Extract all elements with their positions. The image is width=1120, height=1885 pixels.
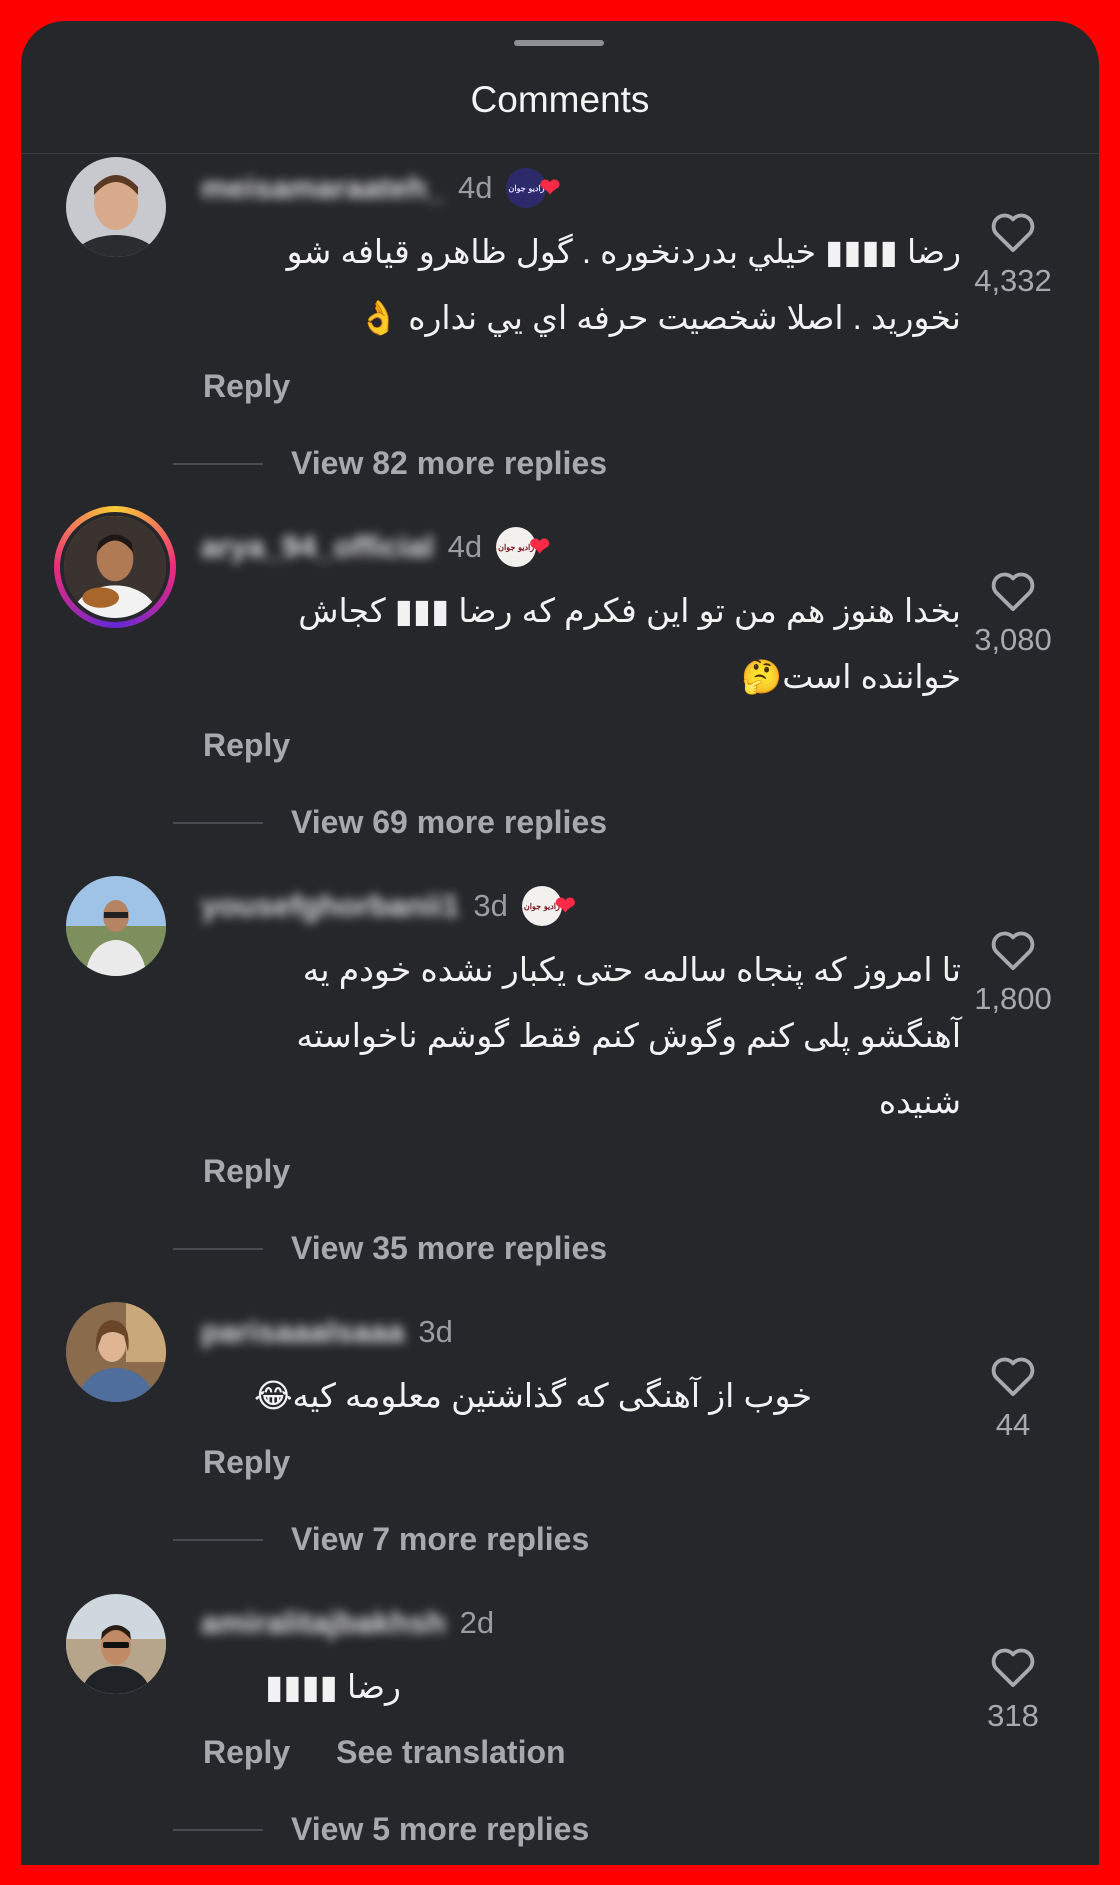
replies-divider: [173, 1828, 263, 1831]
comment-text: خوب از آهنگی که گذاشتین معلومه کیه😂: [254, 1363, 812, 1429]
view-replies[interactable]: View 7 more replies: [173, 1521, 589, 1558]
reply-actions: Reply See translation: [203, 1734, 566, 1771]
avatar[interactable]: [60, 512, 170, 622]
username[interactable]: arya_94_official: [201, 529, 434, 565]
timestamp: 2d: [459, 1605, 495, 1640]
view-replies-label[interactable]: View 35 more replies: [291, 1230, 607, 1267]
drag-handle[interactable]: [514, 40, 604, 46]
like-count: 44: [995, 1407, 1031, 1442]
view-replies-label[interactable]: View 82 more replies: [291, 445, 607, 482]
reply-actions: Reply: [203, 727, 290, 764]
avatar[interactable]: [66, 1302, 166, 1402]
username[interactable]: amiralitajbakhsh: [201, 1605, 446, 1641]
heart-outline-icon[interactable]: [990, 929, 1036, 971]
view-replies[interactable]: View 35 more replies: [173, 1230, 607, 1267]
comments-sheet: Comments meisamaraateh_ 4d رادیو جوان ❤ ر…: [21, 21, 1099, 1865]
like-count: 4,332: [974, 263, 1052, 298]
avatar[interactable]: [66, 157, 166, 257]
username[interactable]: yousefghorbanii1: [201, 888, 459, 924]
story-ring[interactable]: [54, 506, 176, 628]
creator-like-badge: رادیو جوان ❤: [506, 168, 560, 208]
sheet-title: Comments: [470, 79, 650, 120]
comment-header: yousefghorbanii1 3d رادیو جوان ❤: [201, 885, 576, 927]
username[interactable]: meisamaraateh_: [201, 170, 444, 206]
like-count: 3,080: [974, 622, 1052, 657]
comment-header: meisamaraateh_ 4d رادیو جوان ❤: [201, 167, 560, 209]
heart-outline-icon[interactable]: [990, 211, 1036, 253]
like-button[interactable]: 3,080: [953, 570, 1073, 658]
reply-button[interactable]: Reply: [203, 1444, 290, 1481]
like-button[interactable]: 1,800: [953, 929, 1073, 1017]
reply-button[interactable]: Reply: [203, 1153, 290, 1190]
reply-button[interactable]: Reply: [203, 1734, 290, 1771]
avatar[interactable]: [66, 876, 166, 976]
comment-text: بخدا هنوز هم من تو اين فكرم كه رضا ▮▮▮ ك…: [298, 578, 961, 710]
comment-line: خوب از آهنگی که گذاشتین معلومه کیه😂: [253, 1377, 812, 1414]
comment-line: خواننده است🤔: [741, 658, 961, 695]
comment-line: شنیده: [878, 1083, 961, 1120]
comment-header: parisaaalsaaa 3d: [201, 1311, 453, 1353]
like-count: 318: [987, 1698, 1039, 1733]
like-button[interactable]: 44: [953, 1355, 1073, 1443]
creator-like-badge: رادیو جوان ❤: [496, 527, 550, 567]
replies-divider: [173, 1247, 263, 1250]
avatar[interactable]: [66, 1594, 166, 1694]
creator-like-badge: رادیو جوان ❤: [521, 886, 576, 926]
view-replies-label[interactable]: View 7 more replies: [291, 1521, 589, 1558]
view-replies[interactable]: View 69 more replies: [173, 804, 607, 841]
heart-outline-icon[interactable]: [990, 1355, 1036, 1397]
replies-divider: [173, 1538, 263, 1541]
reply-actions: Reply: [203, 1153, 290, 1190]
heart-icon: ❤: [529, 532, 551, 561]
heart-icon: ❤: [554, 891, 576, 920]
like-count: 1,800: [974, 981, 1052, 1016]
timestamp: 3d: [473, 888, 508, 923]
view-replies-label[interactable]: View 69 more replies: [291, 804, 607, 841]
header-divider: [21, 153, 1099, 154]
timestamp: 4d: [458, 170, 493, 205]
view-replies[interactable]: View 82 more replies: [173, 445, 607, 482]
comment-line: رضا ▮▮▮▮ خيلي بدردنخوره . گول ظاهرو قياف…: [286, 233, 961, 270]
reply-actions: Reply: [203, 1444, 290, 1481]
reply-button[interactable]: Reply: [203, 368, 290, 405]
comment-line: رضا ▮▮▮▮: [265, 1668, 401, 1705]
comment-text: رضا ▮▮▮▮: [265, 1654, 401, 1720]
timestamp: 4d: [447, 529, 483, 564]
comment-line: تا امروز که پنجاه سالمه حتی یکبار نشده خ…: [302, 951, 961, 988]
reply-actions: Reply: [203, 368, 290, 405]
reply-button[interactable]: Reply: [203, 727, 290, 764]
comment-header: arya_94_official 4d رادیو جوان ❤: [201, 526, 550, 568]
comment-header: amiralitajbakhsh 2d: [201, 1602, 494, 1644]
like-button[interactable]: 318: [953, 1646, 1073, 1734]
heart-outline-icon[interactable]: [990, 570, 1036, 612]
see-translation-button[interactable]: See translation: [336, 1734, 565, 1771]
replies-divider: [173, 821, 263, 824]
comment-line: آهنگشو پلی کنم وگوش کنم فقط گوشم ناخواست…: [296, 1017, 961, 1054]
view-replies[interactable]: View 5 more replies: [173, 1811, 589, 1848]
heart-outline-icon[interactable]: [990, 1646, 1036, 1688]
comment-line: نخوريد . اصلا شخصيت حرفه اي يي نداره 👌: [357, 299, 961, 336]
heart-icon: ❤: [539, 173, 561, 202]
comment-text: تا امروز که پنجاه سالمه حتی یکبار نشده خ…: [296, 937, 961, 1135]
view-replies-label[interactable]: View 5 more replies: [291, 1811, 589, 1848]
username[interactable]: parisaaalsaaa: [201, 1314, 404, 1350]
replies-divider: [173, 462, 263, 465]
like-button[interactable]: 4,332: [953, 211, 1073, 299]
comment-line: بخدا هنوز هم من تو اين فكرم كه رضا ▮▮▮ ك…: [298, 592, 961, 629]
comment-text: رضا ▮▮▮▮ خيلي بدردنخوره . گول ظاهرو قياف…: [287, 219, 961, 351]
timestamp: 3d: [418, 1314, 453, 1349]
